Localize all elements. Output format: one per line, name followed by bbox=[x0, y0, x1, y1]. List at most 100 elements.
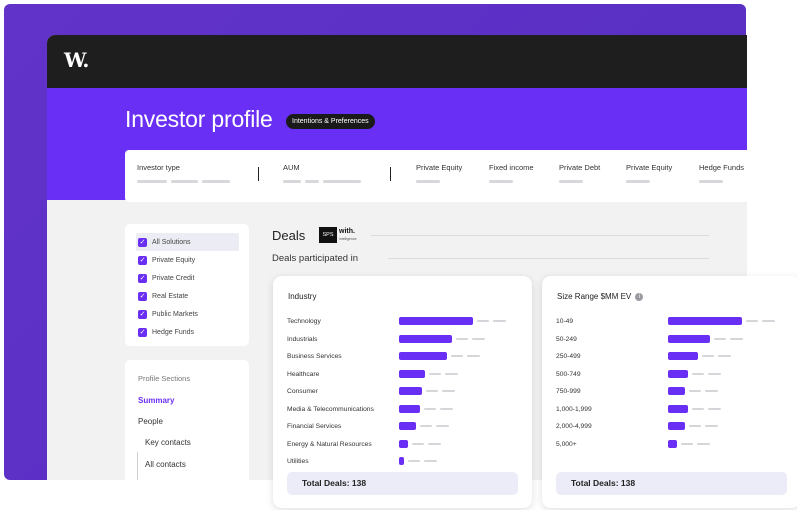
checkbox-checked-icon[interactable]: ✓ bbox=[138, 309, 147, 319]
bar-row-label: Utilities bbox=[287, 458, 309, 465]
bar-value bbox=[399, 369, 425, 378]
bar-value bbox=[399, 334, 452, 343]
nav-summary[interactable]: Summary bbox=[138, 396, 174, 405]
checkbox-checked-icon[interactable]: ✓ bbox=[138, 327, 147, 337]
bar-row-label: Industrials bbox=[287, 335, 318, 343]
industry-panel: Industry Technology Industrials Business S… bbox=[273, 276, 532, 508]
bar-placeholder-dash bbox=[702, 355, 714, 357]
profile-sections-heading: Profile Sections bbox=[138, 374, 191, 383]
bar-value bbox=[399, 352, 447, 360]
bar-placeholder-dash bbox=[436, 425, 449, 427]
size-range-total-deals: Total Deals: 138 bbox=[556, 472, 787, 495]
bar-row: 2,000-4,999 bbox=[542, 419, 797, 437]
bar-row-label: Media & Telecommunications bbox=[287, 405, 374, 413]
info-col-private-equity-2: Private Equity bbox=[626, 163, 672, 183]
bar-placeholder-dash bbox=[451, 355, 463, 357]
section-divider bbox=[371, 235, 709, 236]
bar-placeholder-dash bbox=[467, 355, 480, 357]
info-col-label: Investor type bbox=[137, 163, 180, 172]
divider bbox=[390, 167, 391, 181]
bar-row: Financial Services bbox=[273, 419, 532, 437]
with-intelligence-subtext: intelligence bbox=[339, 237, 357, 241]
bar-placeholder-dash bbox=[477, 320, 489, 322]
info-icon[interactable]: i bbox=[635, 292, 644, 301]
filter-private-equity[interactable]: ✓ Private Equity bbox=[136, 251, 239, 269]
bar-placeholder-dash bbox=[714, 337, 726, 340]
filter-all-solutions[interactable]: ✓ All Solutions bbox=[136, 233, 239, 251]
bar-row: 50-249 bbox=[542, 332, 797, 350]
filter-label: Real Estate bbox=[152, 292, 189, 300]
filter-hedge-funds[interactable]: ✓ Hedge Funds bbox=[136, 323, 239, 341]
bar-value bbox=[668, 334, 710, 343]
bar-row: 250-499 bbox=[542, 349, 797, 367]
bar-placeholder-dash bbox=[708, 372, 721, 375]
info-col-label: Private Equity bbox=[416, 163, 463, 172]
placeholder-value bbox=[559, 180, 600, 183]
nav-all-contacts[interactable]: All contacts bbox=[145, 460, 186, 469]
bar-placeholder-dash bbox=[440, 407, 453, 410]
bar-row: Consumer bbox=[273, 384, 532, 402]
bar-placeholder-dash bbox=[718, 355, 731, 357]
placeholder-value bbox=[626, 180, 672, 183]
checkbox-checked-icon[interactable]: ✓ bbox=[138, 255, 147, 265]
filter-public-markets[interactable]: ✓ Public Markets bbox=[136, 305, 239, 323]
bar-placeholder-dash bbox=[689, 390, 701, 392]
nav-key-contacts[interactable]: Key contacts bbox=[145, 438, 191, 447]
industry-panel-title: Industry bbox=[288, 292, 317, 301]
info-col-private-debt: Private Debt bbox=[559, 163, 600, 183]
bar-row-label: Healthcare bbox=[287, 370, 320, 378]
bar-row-label: Energy & Natural Resources bbox=[287, 440, 372, 448]
intentions-badge[interactable]: Intentions & Preferences bbox=[286, 114, 375, 129]
sps-logo: SPS bbox=[319, 227, 337, 243]
nav-people[interactable]: People bbox=[138, 417, 163, 426]
filter-label: Private Credit bbox=[152, 274, 195, 282]
bar-placeholder-dash bbox=[692, 372, 704, 375]
bar-placeholder-dash bbox=[689, 425, 701, 427]
info-col-aum: AUM bbox=[283, 163, 361, 183]
bar-row: Energy & Natural Resources bbox=[273, 437, 532, 455]
bar-placeholder-dash bbox=[424, 407, 436, 410]
checkbox-checked-icon[interactable]: ✓ bbox=[138, 273, 147, 283]
filter-label: Public Markets bbox=[152, 310, 198, 318]
bar-row: Healthcare bbox=[273, 367, 532, 385]
bar-placeholder-dash bbox=[442, 390, 455, 392]
bar-value bbox=[399, 404, 420, 413]
filter-real-estate[interactable]: ✓ Real Estate bbox=[136, 287, 239, 305]
placeholder-value bbox=[137, 180, 230, 183]
bar-row: Media & Telecommunications bbox=[273, 402, 532, 420]
size-range-title-text: Size Range $MM EV bbox=[557, 292, 632, 301]
bar-row-label: 500-749 bbox=[556, 370, 581, 378]
bar-row: Industrials bbox=[273, 332, 532, 350]
industry-rows: Technology Industrials Business Services He… bbox=[273, 314, 532, 472]
bar-value bbox=[668, 387, 685, 395]
info-col-label: Private Equity bbox=[626, 163, 673, 172]
bar-placeholder-dash bbox=[708, 407, 721, 410]
bar-row: 10-49 bbox=[542, 314, 797, 332]
investor-info-card: Investor type AUM Private Equity Fixed i… bbox=[125, 150, 747, 202]
bar-row: 5,000+ bbox=[542, 437, 797, 455]
placeholder-value bbox=[416, 180, 462, 183]
info-col-label: AUM bbox=[283, 163, 300, 172]
bar-row-label: Financial Services bbox=[287, 423, 342, 430]
page-title: Investor profile bbox=[125, 106, 273, 132]
bar-value bbox=[668, 352, 698, 360]
bar-placeholder-dash bbox=[746, 320, 758, 322]
filter-label: All Solutions bbox=[152, 238, 191, 246]
bar-placeholder-dash bbox=[424, 460, 437, 462]
bar-value bbox=[668, 317, 742, 325]
bar-placeholder-dash bbox=[705, 390, 718, 392]
top-nav-bar: W. bbox=[47, 35, 747, 88]
industry-total-deals: Total Deals: 138 bbox=[287, 472, 518, 495]
brand-logo[interactable]: W. bbox=[64, 48, 89, 72]
bar-value bbox=[668, 422, 685, 430]
solutions-filter-card: ✓ All Solutions ✓ Private Equity ✓ Private … bbox=[125, 224, 249, 346]
bar-placeholder-dash bbox=[412, 442, 424, 445]
bar-row: 750-999 bbox=[542, 384, 797, 402]
checkbox-checked-icon[interactable]: ✓ bbox=[138, 237, 147, 247]
checkbox-checked-icon[interactable]: ✓ bbox=[138, 291, 147, 301]
bar-row-label: 5,000+ bbox=[556, 440, 577, 448]
bar-row-label: 10-49 bbox=[556, 318, 574, 325]
info-col-fixed-income: Fixed income bbox=[489, 163, 534, 183]
filter-private-credit[interactable]: ✓ Private Credit bbox=[136, 269, 239, 287]
bar-placeholder-dash bbox=[445, 372, 458, 375]
